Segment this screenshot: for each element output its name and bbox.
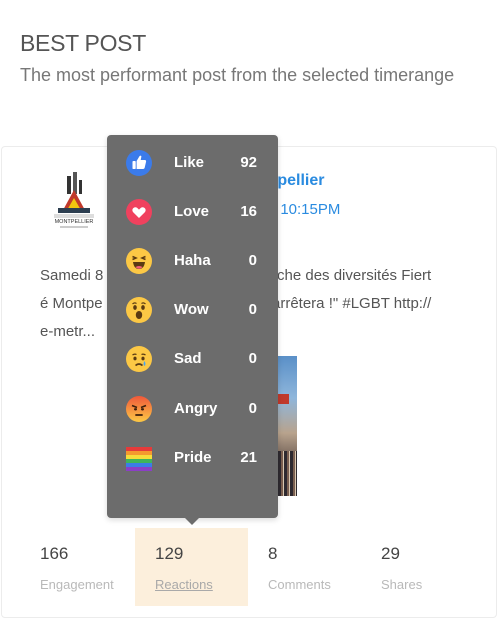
reaction-count: 0 [248, 252, 257, 269]
stat-label: Shares [381, 577, 423, 592]
wow-icon [126, 297, 152, 323]
reaction-row-haha: Haha 0 [107, 245, 278, 277]
logo-text: MONTPELLIER [55, 219, 94, 225]
reaction-row-angry: Angry 0 [107, 393, 278, 425]
like-icon [126, 150, 152, 176]
reaction-count: 0 [248, 301, 257, 318]
reaction-name: Wow [174, 301, 209, 318]
reaction-row-pride: Pride 21 [107, 442, 278, 474]
reaction-count: 0 [248, 400, 257, 417]
post-text-line: arrêtera !" #LGBT http:// [272, 295, 432, 312]
reaction-name: Haha [174, 252, 211, 269]
stat-value: 129 [155, 544, 184, 563]
reaction-row-like: Like 92 [107, 147, 278, 179]
reaction-row-love: Love 16 [107, 196, 278, 228]
reaction-row-wow: Wow 0 [107, 294, 278, 326]
stat-value: 8 [268, 544, 278, 563]
stat-label: Reactions [155, 577, 213, 592]
haha-icon [126, 248, 152, 274]
reaction-name: Sad [174, 350, 202, 367]
section-title: BEST POST [20, 30, 146, 56]
post-text-right: rche des diversités Fiert arrêtera !" #L… [272, 262, 487, 318]
stat-reactions[interactable]: 129 Reactions [135, 528, 248, 606]
reaction-count: 21 [240, 449, 257, 466]
post-text-line: Samedi 8 [40, 267, 104, 284]
stat-comments[interactable]: 8 Comments [268, 528, 378, 606]
post-text-line: é Montpe [40, 295, 103, 312]
sad-icon [126, 346, 152, 372]
love-icon [126, 199, 152, 225]
reaction-count: 16 [240, 203, 257, 220]
reaction-count: 92 [240, 154, 257, 171]
reaction-name: Like [174, 154, 205, 171]
page-logo[interactable]: MONTPELLIER [48, 172, 100, 234]
reaction-row-sad: Sad 0 [107, 343, 278, 375]
post-text-left: Samedi 8 é Montpe e-metr... [40, 262, 110, 346]
reaction-name: Love [174, 203, 210, 220]
stat-label: Engagement [40, 577, 114, 592]
image-flag [277, 394, 289, 404]
stat-value: 166 [40, 544, 69, 563]
section-subtitle: The most performant post from the select… [20, 65, 455, 85]
pride-flag-icon [126, 447, 152, 471]
tooltip-arrow [185, 518, 199, 525]
post-text-line: e-metr... [40, 323, 96, 340]
reactions-tooltip: Like 92 Love 16 Haha 0 Wow 0 Sad 0 Angry… [107, 135, 278, 518]
post-stats: 166 Engagement 129 Reactions 8 Comments … [0, 528, 496, 606]
post-author-link[interactable]: tpellier [272, 172, 324, 190]
stat-value: 29 [381, 544, 400, 563]
post-time-link[interactable]: t 10:15PM [272, 201, 340, 218]
reaction-name: Angry [174, 400, 218, 417]
stat-engagement[interactable]: 166 Engagement [40, 528, 150, 606]
reaction-count: 0 [248, 350, 257, 367]
stat-label: Comments [268, 577, 331, 592]
angry-icon [126, 396, 152, 422]
stat-shares[interactable]: 29 Shares [381, 528, 491, 606]
post-text-line: rche des diversités Fiert [272, 267, 432, 284]
reaction-name: Pride [174, 449, 212, 466]
